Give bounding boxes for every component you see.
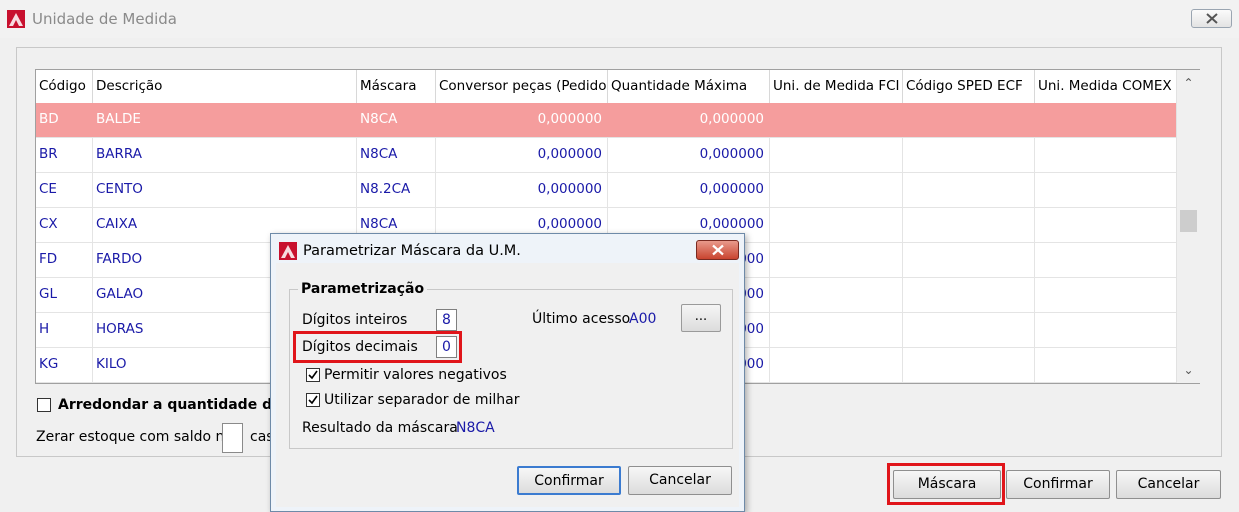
cell-fci (770, 348, 903, 382)
mask-result-label: Resultado da máscara (302, 420, 458, 436)
cancel-button-label: Cancelar (1137, 476, 1200, 492)
col-header-comex[interactable]: Uni. Medida COMEX (1035, 70, 1176, 103)
zero-stock-input[interactable] (222, 423, 243, 453)
checkmark-icon (308, 370, 318, 380)
cell-qtd-maxima: 0,000000 (608, 173, 770, 207)
negative-values-label: Permitir valores negativos (324, 367, 507, 383)
app-logo-icon (7, 10, 25, 28)
table-header: Código Descrição Máscara Conversor peças… (36, 70, 1176, 104)
thousand-separator-label: Utilizar separador de milhar (324, 392, 520, 408)
table-row[interactable]: BD BALDE N8CA 0,000000 0,000000 (36, 103, 1176, 138)
col-header-descricao[interactable]: Descrição (93, 70, 357, 103)
cell-mascara: N8.2CA (357, 173, 436, 207)
cell-sped-ecf (903, 173, 1035, 207)
negative-values-checkbox[interactable] (306, 368, 320, 382)
main-window: Unidade de Medida Código Descrição Másca… (0, 0, 1239, 512)
cell-codigo: H (36, 313, 93, 347)
window-close-button[interactable] (1191, 9, 1232, 28)
cell-fci (770, 278, 903, 312)
table-scrollbar[interactable]: ⌃ ⌄ (1176, 70, 1200, 383)
cell-conversor: 0,000000 (537, 111, 602, 127)
cancel-button[interactable]: Cancelar (1116, 470, 1221, 499)
browse-button[interactable]: ... (681, 304, 721, 332)
col-header-sped-ecf[interactable]: Código SPED ECF (903, 70, 1035, 103)
cell-conversor: 0,000000 (436, 138, 608, 172)
col-header-qtd-maxima[interactable]: Quantidade Máxima (608, 70, 770, 103)
checkmark-icon (308, 395, 318, 405)
thousand-separator-checkbox[interactable] (306, 393, 320, 407)
table-row[interactable]: BR BARRA N8CA 0,000000 0,000000 (36, 138, 1176, 173)
cell-fci (770, 173, 903, 207)
dialog-cancel-label: Cancelar (649, 472, 711, 488)
cell-mascara: N8CA (357, 138, 436, 172)
cell-fci (770, 243, 903, 277)
dialog-confirm-label: Confirmar (534, 473, 604, 489)
cell-codigo: BD (39, 111, 59, 127)
cell-descricao: BARRA (93, 138, 357, 172)
col-header-codigo[interactable]: Código (36, 70, 93, 103)
dialog-confirm-button[interactable]: Confirmar (517, 466, 621, 495)
zero-stock-label: Zerar estoque com saldo na (36, 429, 233, 445)
col-header-fci[interactable]: Uni. de Medida FCI (770, 70, 903, 103)
cell-sped-ecf (903, 278, 1035, 312)
cell-qtd-maxima: 0,000000 (699, 111, 764, 127)
dialog-logo-icon (279, 242, 297, 260)
highlight-dec-digits (293, 331, 462, 363)
cell-sped-ecf (903, 208, 1035, 242)
cell-sped-ecf (903, 138, 1035, 172)
last-access-value: A00 (629, 311, 657, 327)
cell-descricao: CENTO (93, 173, 357, 207)
cell-sped-ecf (903, 348, 1035, 382)
confirm-button[interactable]: Confirmar (1006, 470, 1110, 499)
col-header-conversor[interactable]: Conversor peças (Pedido) (436, 70, 608, 103)
cell-sped-ecf (903, 313, 1035, 347)
close-icon (712, 244, 724, 256)
int-digits-input[interactable]: 8 (436, 309, 457, 331)
window-title: Unidade de Medida (32, 10, 177, 28)
cell-codigo: FD (36, 243, 93, 277)
dialog-body: Parametrização Dígitos inteiros 8 Dígito… (276, 263, 739, 507)
cell-descricao: BALDE (96, 111, 141, 127)
group-title: Parametrização (298, 281, 428, 297)
cell-conversor: 0,000000 (436, 173, 608, 207)
scrollbar-thumb[interactable] (1180, 210, 1197, 232)
cell-qtd-maxima: 0,000000 (608, 138, 770, 172)
cell-codigo: CE (36, 173, 93, 207)
scroll-up-icon[interactable]: ⌃ (1177, 73, 1200, 93)
close-icon (1206, 13, 1218, 24)
cell-codigo: BR (36, 138, 93, 172)
dialog-close-button[interactable] (696, 240, 739, 260)
mask-dialog: Parametrizar Máscara da U.M. Parametriza… (270, 233, 745, 512)
dialog-cancel-button[interactable]: Cancelar (628, 466, 732, 495)
cell-sped-ecf (903, 243, 1035, 277)
cell-fci (770, 313, 903, 347)
table-row[interactable]: CE CENTO N8.2CA 0,000000 0,000000 (36, 173, 1176, 208)
col-header-mascara[interactable]: Máscara (357, 70, 436, 103)
dialog-title: Parametrizar Máscara da U.M. (303, 243, 521, 259)
highlight-mascara-button (887, 463, 1005, 505)
round-quantity-checkbox[interactable] (37, 398, 51, 412)
last-access-label: Último acesso (532, 311, 631, 327)
cell-mascara: N8CA (360, 111, 398, 127)
scroll-down-icon[interactable]: ⌄ (1177, 360, 1200, 380)
cell-fci (770, 208, 903, 242)
confirm-button-label: Confirmar (1023, 476, 1093, 492)
mask-result-value: N8CA (456, 420, 495, 436)
title-bar: Unidade de Medida (0, 0, 1239, 38)
cell-codigo: GL (36, 278, 93, 312)
int-digits-label: Dígitos inteiros (302, 312, 408, 328)
cell-fci (770, 138, 903, 172)
cell-codigo: CX (36, 208, 93, 242)
cell-codigo: KG (36, 348, 93, 382)
